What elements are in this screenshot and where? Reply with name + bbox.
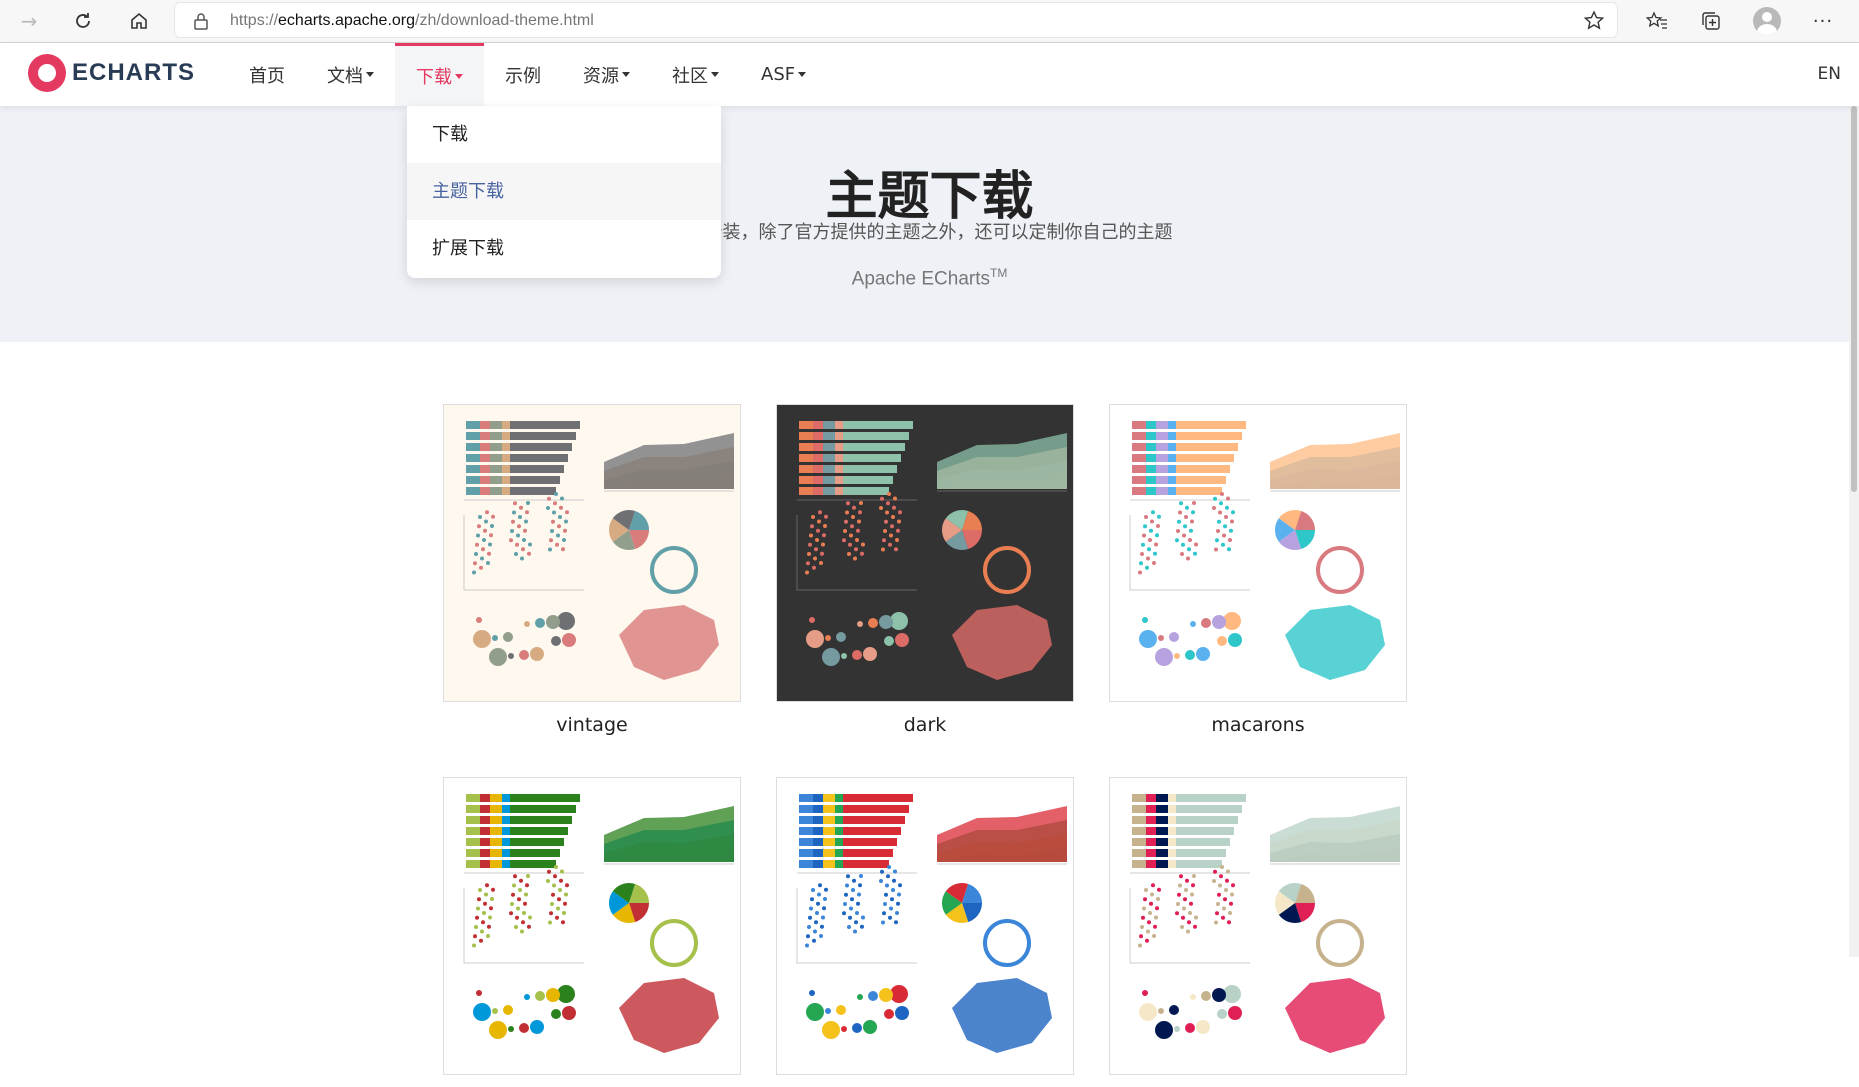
theme-preview-image[interactable] — [1109, 777, 1407, 1075]
theme-card[interactable] — [1109, 777, 1407, 1087]
browser-toolbar: → https://echarts.apache.org/zh/download… — [0, 0, 1859, 43]
hero-banner: 主题下载 换个装，除了官方提供的主题之外，还可以定制你自己的主题 Apache … — [0, 106, 1859, 342]
scrollbar-thumb[interactable] — [1851, 106, 1857, 492]
menu-item-theme-download[interactable]: 主题下载 — [407, 163, 721, 220]
profile-avatar-icon[interactable] — [1750, 4, 1784, 38]
page-subtitle: 换个装，除了官方提供的主题之外，还可以定制你自己的主题 — [686, 222, 1173, 243]
language-switch[interactable]: EN — [1818, 64, 1841, 84]
theme-preview-image[interactable] — [443, 777, 741, 1075]
theme-card[interactable]: vintage — [443, 404, 741, 736]
theme-preview-image[interactable] — [776, 777, 1074, 1075]
add-favorite-icon[interactable] — [1583, 10, 1605, 36]
theme-card[interactable] — [776, 777, 1074, 1087]
theme-card[interactable] — [443, 777, 741, 1087]
caret-down-icon — [622, 72, 630, 77]
forward-arrow-icon[interactable]: → — [12, 4, 46, 38]
theme-card[interactable]: dark — [776, 404, 1074, 736]
theme-card[interactable]: macarons — [1109, 404, 1407, 736]
theme-name: dark — [903, 714, 947, 736]
nav-home[interactable]: 首页 — [228, 43, 306, 106]
reload-icon[interactable] — [66, 4, 100, 38]
nav-download[interactable]: 下载 — [395, 43, 484, 106]
favorites-icon[interactable] — [1640, 4, 1674, 38]
logo-text: ECHARTS — [72, 59, 196, 86]
nav-resources[interactable]: 资源 — [562, 43, 651, 106]
site-header: ECHARTS 首页 文档 下载 示例 资源 社区 ASF EN — [0, 43, 1859, 106]
logo-mark-icon — [28, 54, 66, 92]
collections-icon[interactable] — [1694, 4, 1728, 38]
menu-item-extension-download[interactable]: 扩展下载 — [407, 220, 721, 277]
theme-preview-image[interactable] — [443, 404, 741, 702]
brand-line: Apache EChartsTM — [851, 266, 1008, 290]
echarts-logo[interactable]: ECHARTS — [28, 54, 195, 92]
caret-down-icon — [798, 72, 807, 77]
nav-asf[interactable]: ASF — [740, 43, 827, 106]
menu-item-download[interactable]: 下载 — [407, 106, 721, 163]
main-nav: 首页 文档 下载 示例 资源 社区 ASF — [228, 43, 827, 106]
address-bar[interactable]: https://echarts.apache.org/zh/download-t… — [174, 2, 1618, 38]
nav-docs[interactable]: 文档 — [306, 43, 395, 106]
caret-down-icon — [711, 72, 719, 77]
lock-icon[interactable] — [193, 12, 209, 34]
nav-community[interactable]: 社区 — [651, 43, 740, 106]
theme-name: macarons — [1211, 714, 1305, 736]
caret-down-icon — [455, 73, 463, 79]
caret-down-icon — [366, 72, 374, 77]
theme-preview-image[interactable] — [776, 404, 1074, 702]
theme-name: vintage — [556, 714, 628, 736]
home-icon[interactable] — [122, 4, 156, 38]
more-menu-icon[interactable]: ··· — [1806, 4, 1840, 38]
url-text: https://echarts.apache.org/zh/download-t… — [230, 12, 594, 29]
download-dropdown-menu: 下载 主题下载 扩展下载 — [407, 106, 721, 278]
nav-examples[interactable]: 示例 — [484, 43, 562, 106]
page-scrollbar[interactable] — [1849, 106, 1859, 957]
theme-preview-image[interactable] — [1109, 404, 1407, 702]
